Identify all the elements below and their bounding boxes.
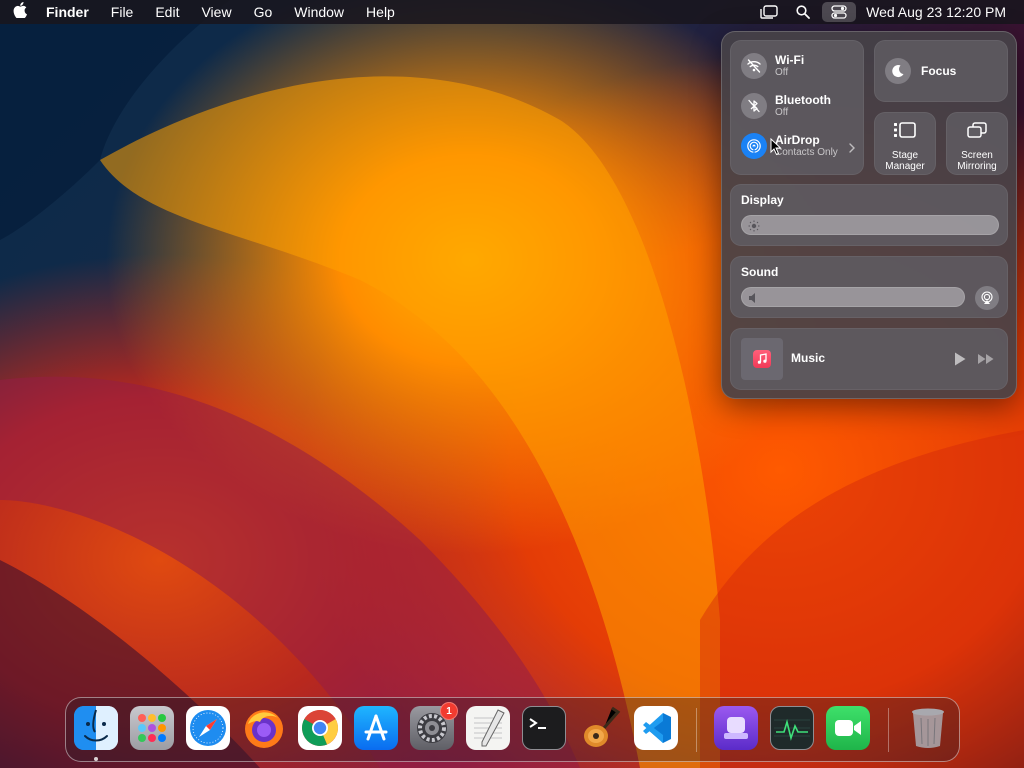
menu-window[interactable]: Window — [283, 4, 355, 20]
connectivity-tile: Wi-Fi Off Bluetooth Off AirDrop Contacts… — [730, 40, 864, 175]
vscode-icon[interactable] — [634, 706, 678, 750]
display-tile: Display — [730, 184, 1008, 246]
automator-icon[interactable] — [714, 706, 758, 750]
menu-bar: Finder File Edit View Go Window Help Wed… — [0, 0, 1024, 24]
app-store-icon[interactable] — [354, 706, 398, 750]
stage-manager-tile[interactable]: Stage Manager — [874, 112, 936, 175]
control-center-panel: Wi-Fi Off Bluetooth Off AirDrop Contacts… — [721, 31, 1017, 399]
now-playing-label: Music — [791, 351, 826, 365]
apple-menu-icon[interactable] — [0, 2, 40, 22]
stage-manager-label-2: Manager — [885, 161, 925, 172]
display-title: Display — [741, 193, 784, 207]
wifi-label: Wi-Fi — [775, 53, 805, 67]
airdrop-chevron-right-icon[interactable] — [849, 142, 855, 156]
sound-volume-slider[interactable] — [741, 287, 965, 307]
screen-mirroring-tile[interactable]: Screen Mirroring — [946, 112, 1008, 175]
airplay-audio-button[interactable] — [975, 286, 999, 310]
menu-go[interactable]: Go — [243, 4, 284, 20]
speaker-icon — [748, 291, 758, 309]
dock-separator-trash — [888, 708, 889, 752]
now-playing-tile[interactable]: Music — [730, 328, 1008, 390]
airdrop-icon — [741, 133, 767, 159]
bluetooth-status: Off — [775, 107, 789, 118]
wifi-toggle[interactable]: Wi-Fi Off — [741, 53, 841, 79]
launchpad-icon[interactable] — [130, 706, 174, 750]
screen-mirroring-label-1: Screen — [961, 150, 993, 161]
stage-manager-label-1: Stage — [891, 150, 919, 161]
play-icon — [955, 352, 966, 366]
sound-tile: Sound — [730, 256, 1008, 318]
bluetooth-toggle[interactable]: Bluetooth Off — [741, 93, 841, 119]
activity-monitor-icon[interactable] — [770, 706, 814, 750]
facetime-icon[interactable] — [826, 706, 870, 750]
garageband-icon[interactable] — [578, 706, 622, 750]
menu-help[interactable]: Help — [355, 4, 406, 20]
focus-label: Focus — [921, 64, 957, 78]
fast-forward-icon — [978, 354, 994, 364]
menu-file[interactable]: File — [100, 4, 145, 20]
wifi-off-icon — [741, 53, 767, 79]
safari-icon[interactable] — [186, 706, 230, 750]
airdrop-status: Contacts Only — [775, 147, 838, 158]
menu-edit[interactable]: Edit — [144, 4, 190, 20]
sound-title: Sound — [741, 265, 779, 279]
dock: 1 — [65, 697, 960, 762]
trash-icon[interactable] — [906, 706, 950, 750]
menu-bar-clock[interactable]: Wed Aug 23 12:20 PM — [858, 4, 1024, 20]
spotlight-search-icon[interactable] — [786, 0, 820, 24]
textedit-icon[interactable] — [466, 706, 510, 750]
stage-manager-menu-icon[interactable] — [752, 0, 786, 24]
firefox-icon[interactable] — [242, 706, 286, 750]
wifi-status: Off — [775, 67, 789, 78]
music-note-icon — [753, 350, 771, 368]
mouse-cursor-icon — [770, 137, 782, 161]
app-menu-finder[interactable]: Finder — [40, 4, 100, 20]
fast-forward-button[interactable] — [977, 352, 995, 370]
dock-separator — [696, 708, 697, 752]
finder-running-indicator — [94, 757, 98, 761]
menu-view[interactable]: View — [190, 4, 242, 20]
focus-tile[interactable]: Focus — [874, 40, 1008, 102]
airdrop-label: AirDrop — [775, 133, 820, 147]
bluetooth-label: Bluetooth — [775, 93, 831, 107]
display-brightness-slider[interactable] — [741, 215, 999, 235]
bluetooth-off-icon — [741, 93, 767, 119]
airdrop-toggle[interactable]: AirDrop Contacts Only — [741, 133, 841, 159]
airplay-audio-icon — [981, 291, 993, 304]
screen-mirroring-label-2: Mirroring — [957, 161, 997, 172]
control-center-menu-icon[interactable] — [822, 2, 857, 22]
system-settings-badge: 1 — [440, 702, 458, 720]
terminal-icon[interactable] — [522, 706, 566, 750]
finder-icon[interactable] — [74, 706, 118, 750]
album-artwork — [741, 338, 783, 380]
moon-icon — [885, 58, 911, 84]
screen-mirroring-icon — [966, 121, 988, 144]
brightness-sun-icon — [748, 219, 760, 237]
stage-manager-icon — [893, 121, 917, 144]
chrome-icon[interactable] — [298, 706, 342, 750]
play-button[interactable] — [953, 351, 967, 372]
